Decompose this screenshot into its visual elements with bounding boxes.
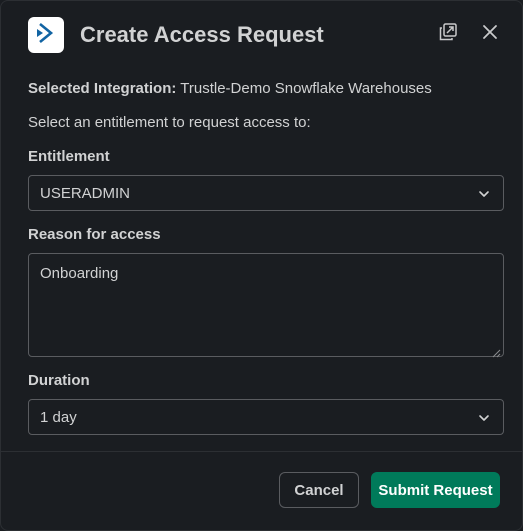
entitlement-select[interactable]: USERADMIN <box>28 175 504 211</box>
app-logo <box>28 17 64 53</box>
open-in-window-icon <box>438 22 458 47</box>
chevron-down-icon <box>477 187 491 201</box>
close-button[interactable] <box>479 23 501 45</box>
footer-divider <box>1 451 522 452</box>
open-in-window-button[interactable] <box>437 22 459 47</box>
create-access-request-dialog: Create Access Request Selected Integrati… <box>0 0 523 531</box>
reason-textarea[interactable]: Onboarding <box>28 253 504 358</box>
selected-integration: Selected Integration: Trustle-Demo Snowf… <box>28 79 432 99</box>
submit-request-button[interactable]: Submit Request <box>371 472 500 508</box>
duration-label: Duration <box>28 372 90 389</box>
arrow-chevron-logo-icon <box>34 21 58 50</box>
entitlement-selected-value: USERADMIN <box>40 185 131 202</box>
duration-select[interactable]: 1 day <box>28 399 504 435</box>
resize-handle[interactable] <box>492 345 501 358</box>
close-icon <box>481 23 499 46</box>
dialog-header: Create Access Request <box>1 1 522 69</box>
chevron-down-icon <box>477 411 491 425</box>
reason-value: Onboarding <box>40 265 119 282</box>
selected-integration-value: Trustle-Demo Snowflake Warehouses <box>180 80 432 97</box>
reason-label: Reason for access <box>28 226 161 243</box>
dialog-title: Create Access Request <box>80 22 324 47</box>
entitlement-prompt: Select an entitlement to request access … <box>28 114 311 131</box>
entitlement-label: Entitlement <box>28 148 110 165</box>
cancel-button[interactable]: Cancel <box>279 472 359 508</box>
duration-selected-value: 1 day <box>40 409 77 426</box>
selected-integration-label: Selected Integration: <box>28 80 177 97</box>
